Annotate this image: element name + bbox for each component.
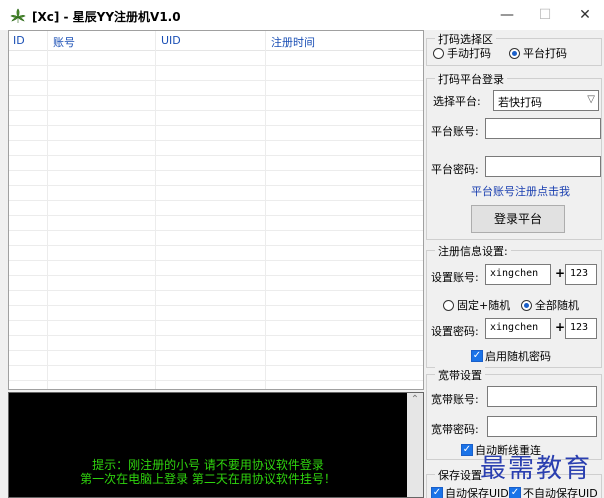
radio-label: 手动打码 <box>447 47 491 60</box>
platform-password-input[interactable] <box>485 156 601 177</box>
checkmark-icon: ✓ <box>509 487 521 498</box>
login-platform-button[interactable]: 登录平台 <box>471 205 565 233</box>
table-row[interactable] <box>9 201 423 216</box>
platform-account-label: 平台账号: <box>431 125 479 138</box>
checkbox-label: 不自动保存UID <box>523 487 598 498</box>
radio-indicator <box>443 299 454 311</box>
log-panel: 提示：刚注册的小号 请不要用协议软件登录 第一次在电脑上登录 第二天在用协议软件… <box>8 392 424 498</box>
radio-label: 全部随机 <box>535 299 579 312</box>
platform-account-input[interactable] <box>485 118 601 139</box>
table-row[interactable] <box>9 306 423 321</box>
account-list[interactable]: ID 账号 UID 注册时间 <box>8 30 424 390</box>
table-row[interactable] <box>9 321 423 336</box>
checkbox-label: 自动保存UID <box>445 487 509 498</box>
account-suffix-input[interactable]: 123 <box>565 264 597 285</box>
random-password-checkbox[interactable]: ✓ 启用随机密码 <box>471 348 551 364</box>
register-settings-group: 注册信息设置: 设置账号: xingchen + 123 固定+随机 全部随机 … <box>426 243 602 368</box>
plus-sign: + <box>555 320 566 334</box>
radio-manual-captcha[interactable]: 手动打码 <box>433 45 491 61</box>
table-row[interactable] <box>9 111 423 126</box>
table-row[interactable] <box>9 96 423 111</box>
broadband-password-input[interactable] <box>487 416 597 437</box>
radio-indicator <box>509 47 520 59</box>
table-row[interactable] <box>9 246 423 261</box>
table-row[interactable] <box>9 336 423 351</box>
table-row[interactable] <box>9 366 423 381</box>
watermark: 最需教育 <box>480 454 593 484</box>
select-platform-label: 选择平台: <box>433 95 481 108</box>
table-row[interactable] <box>9 186 423 201</box>
account-prefix-input[interactable]: xingchen <box>485 264 551 285</box>
list-rows <box>9 51 423 381</box>
captcha-mode-group: 打码选择区 手动打码 平台打码 <box>426 31 602 66</box>
radio-platform-captcha[interactable]: 平台打码 <box>509 45 567 61</box>
table-row[interactable] <box>9 291 423 306</box>
column-id[interactable]: ID <box>13 34 25 47</box>
platform-login-title: 打码平台登录 <box>435 71 507 87</box>
radio-indicator <box>521 299 532 311</box>
table-row[interactable] <box>9 276 423 291</box>
password-suffix-input[interactable]: 123 <box>565 318 597 339</box>
radio-label: 平台打码 <box>523 47 567 60</box>
platform-select-value: 若快打码 <box>498 96 542 109</box>
table-row[interactable] <box>9 216 423 231</box>
plus-sign: + <box>555 266 566 280</box>
table-row[interactable] <box>9 261 423 276</box>
table-row[interactable] <box>9 231 423 246</box>
column-divider <box>155 31 156 389</box>
broadband-title: 宽带设置 <box>435 367 485 383</box>
set-account-label: 设置账号: <box>431 271 479 284</box>
list-header: ID 账号 UID 注册时间 <box>9 31 423 51</box>
password-prefix-input[interactable]: xingchen <box>485 318 551 339</box>
checkmark-icon: ✓ <box>471 350 483 362</box>
table-row[interactable] <box>9 51 423 66</box>
table-row[interactable] <box>9 351 423 366</box>
broadband-password-label: 宽带密码: <box>431 423 479 436</box>
platform-password-label: 平台密码: <box>431 163 479 176</box>
close-button[interactable]: ✕ <box>562 0 604 30</box>
table-row[interactable] <box>9 141 423 156</box>
table-row[interactable] <box>9 156 423 171</box>
table-row[interactable] <box>9 126 423 141</box>
chevron-down-icon: ▽ <box>587 94 595 105</box>
table-row[interactable] <box>9 66 423 81</box>
settings-panel: 打码选择区 手动打码 平台打码 打码平台登录 选择平台: 若快打码 ▽ 平台账号… <box>424 30 604 498</box>
auto-save-uid-checkbox[interactable]: ✓ 自动保存UID <box>431 485 509 498</box>
column-account[interactable]: 账号 <box>53 34 75 50</box>
log-line-2: 第一次在电脑上登录 第二天在用协议软件挂号！ <box>80 472 336 486</box>
table-row[interactable] <box>9 171 423 186</box>
checkmark-icon: ✓ <box>431 487 443 498</box>
column-uid[interactable]: UID <box>161 34 181 47</box>
cannabis-leaf-icon <box>10 8 26 23</box>
column-register-time[interactable]: 注册时间 <box>271 34 315 50</box>
table-row[interactable] <box>9 81 423 96</box>
checkbox-label: 启用随机密码 <box>485 350 551 363</box>
column-divider <box>47 31 48 389</box>
broadband-account-label: 宽带账号: <box>431 393 479 406</box>
platform-select[interactable]: 若快打码 ▽ <box>493 90 599 111</box>
radio-all-random[interactable]: 全部随机 <box>521 297 579 313</box>
radio-fixed-random[interactable]: 固定+随机 <box>443 297 510 313</box>
register-settings-title: 注册信息设置: <box>435 243 511 259</box>
title-bar: [Xc] - 星辰YY注册机V1.0 — ☐ ✕ <box>0 0 604 30</box>
window-title: [Xc] - 星辰YY注册机V1.0 <box>32 10 181 24</box>
broadband-account-input[interactable] <box>487 386 597 407</box>
checkmark-icon: ✓ <box>461 444 473 456</box>
no-auto-save-uid-checkbox[interactable]: ✓ 不自动保存UID <box>509 485 598 498</box>
log-scrollbar[interactable]: ⌃ <box>407 393 423 497</box>
radio-indicator <box>433 47 444 59</box>
scroll-up-icon[interactable]: ⌃ <box>407 394 423 405</box>
radio-label: 固定+随机 <box>457 299 511 312</box>
platform-login-group: 打码平台登录 选择平台: 若快打码 ▽ 平台账号: 平台密码: 平台账号注册点击… <box>426 71 602 240</box>
save-settings-title: 保存设置 <box>435 467 485 483</box>
column-divider <box>265 31 266 389</box>
register-platform-link[interactable]: 平台账号注册点击我 <box>471 183 570 199</box>
set-password-label: 设置密码: <box>431 325 479 338</box>
